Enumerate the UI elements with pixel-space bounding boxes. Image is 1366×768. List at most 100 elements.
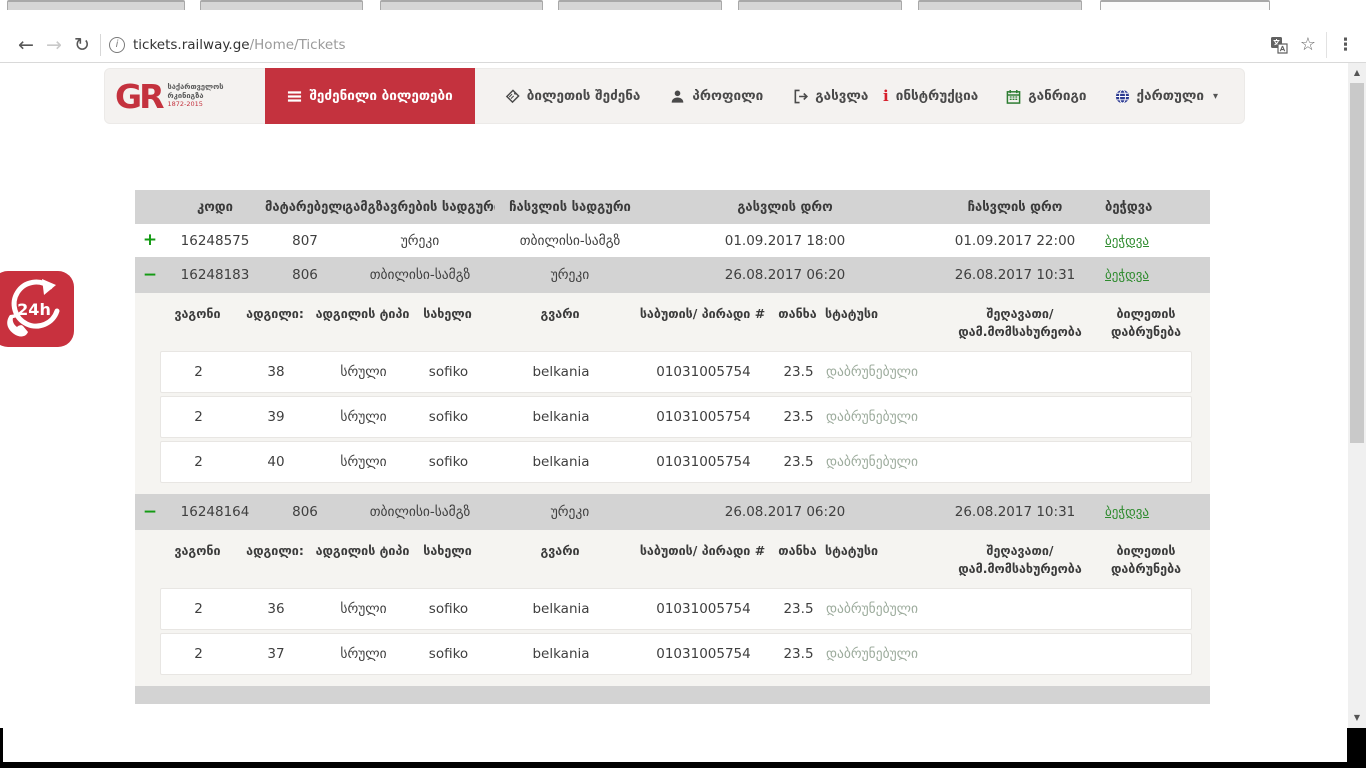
col-departure: გასვლის დრო (645, 200, 925, 215)
ticket-train: 807 (265, 233, 345, 249)
browser-menu-icon[interactable]: ⋮ (1337, 35, 1354, 55)
seat-wagon: 2 (161, 601, 236, 617)
seat-row: 2 39 სრული sofiko belkania 01031005754 2… (160, 396, 1192, 438)
translate-icon[interactable] (1270, 36, 1288, 54)
seat-number: 40 (236, 454, 316, 470)
browser-tab[interactable] (380, 0, 543, 10)
document-number: 01031005754 (636, 454, 771, 470)
status-label: დაბრუნებული (826, 364, 941, 380)
col-amount: თანხა (770, 305, 825, 323)
back-icon[interactable]: ← (12, 34, 40, 56)
seat-type: სრული (316, 646, 411, 662)
ticket-departure: 26.08.2017 06:20 (645, 504, 925, 520)
railway-logo[interactable]: GR საქართველოს რკინიგზა 1872-2015 (115, 80, 223, 113)
ticket-row-expanded: − 16248183 806 თბილისი-სამგზ ურეკი 26.08… (135, 257, 1210, 293)
col-code: კოდი (165, 200, 265, 215)
passenger-name: sofiko (411, 364, 486, 380)
seat-number: 39 (236, 409, 316, 425)
browser-tab[interactable] (558, 0, 722, 10)
col-seat: ადგილი: (235, 542, 315, 560)
ticket-from: თბილისი-სამგზ (345, 504, 495, 520)
info-icon: i (883, 87, 889, 105)
passenger-surname: belkania (486, 409, 636, 425)
col-arrival: ჩასვლის დრო (925, 200, 1105, 215)
forward-icon[interactable]: → (40, 34, 68, 56)
support-24h-badge[interactable]: 24h (0, 271, 74, 347)
passenger-name: sofiko (411, 646, 486, 662)
seat-number: 38 (236, 364, 316, 380)
nav-language[interactable]: ქართული ▾ (1115, 88, 1218, 104)
print-link[interactable]: ბეჭდვა (1105, 268, 1149, 283)
browser-tab-active[interactable] (1100, 0, 1270, 10)
seat-details-panel: ვაგონი ადგილი: ადგილის ტიპი სახელი გვარი… (135, 530, 1210, 686)
nav-label: შეძენილი ბილეთები (309, 88, 452, 104)
nav-schedule[interactable]: განრიგი (1006, 88, 1086, 104)
print-link[interactable]: ბეჭდვა (1105, 234, 1149, 249)
scroll-up-icon[interactable]: ▲ (1348, 65, 1366, 81)
seat-details-panel: ვაგონი ადგილი: ადგილის ტიპი სახელი გვარი… (135, 293, 1210, 494)
amount: 23.5 (771, 646, 826, 662)
ticket-departure: 01.09.2017 18:00 (645, 233, 925, 249)
nav-profile[interactable]: პროფილი (670, 88, 763, 104)
col-wagon: ვაგონი (160, 305, 235, 323)
col-to: ჩასვლის სადგური (495, 200, 645, 215)
col-status: სტატუსი (825, 305, 940, 323)
browser-tab[interactable] (7, 0, 185, 10)
scroll-down-icon[interactable]: ▼ (1348, 710, 1366, 726)
browser-tab[interactable] (200, 0, 363, 10)
browser-toolbar: ← → ↻ i tickets.railway.ge/Home/Tickets … (0, 27, 1366, 63)
next-ticket-row-partial (135, 686, 1210, 704)
vertical-scrollbar[interactable]: ▲ ▼ (1348, 63, 1366, 728)
col-print: ბეჭდვა (1105, 200, 1210, 215)
nav-label: ინსტრუქცია (896, 88, 979, 104)
bookmark-star-icon[interactable]: ☆ (1300, 34, 1316, 55)
window-edge-left (0, 728, 3, 762)
refresh-icon[interactable]: ↻ (68, 34, 96, 56)
ticket-row: + 16248575 807 ურეკი თბილისი-სამგზ 01.09… (135, 224, 1210, 257)
seat-type: სრული (316, 454, 411, 470)
ticket-arrival: 01.09.2017 22:00 (925, 233, 1105, 249)
col-refund: ბილეთის დაბრუნება (1100, 305, 1192, 341)
ticket-to: ურეკი (495, 267, 645, 283)
seat-number: 36 (236, 601, 316, 617)
ticket-train: 806 (265, 504, 345, 520)
print-link[interactable]: ბეჭდვა (1105, 505, 1149, 520)
seat-type: სრული (316, 601, 411, 617)
status-label: დაბრუნებული (826, 409, 941, 425)
collapse-icon[interactable]: − (143, 504, 157, 521)
nav-purchased-tickets[interactable]: შეძენილი ბილეთები (265, 68, 474, 124)
address-bar[interactable]: tickets.railway.ge/Home/Tickets (133, 37, 346, 53)
document-number: 01031005754 (636, 409, 771, 425)
ticket-from: თბილისი-სამგზ (345, 267, 495, 283)
passenger-name: sofiko (411, 409, 486, 425)
menu-icon (287, 89, 302, 104)
nav-instruction[interactable]: i ინსტრუქცია (883, 87, 978, 105)
browser-tab[interactable] (918, 0, 1082, 10)
nav-label: გასვლა (815, 88, 868, 104)
seat-number: 37 (236, 646, 316, 662)
passenger-surname: belkania (486, 601, 636, 617)
col-document: საბუთის/ პირადი # (635, 305, 770, 323)
nav-logout[interactable]: გასვლა (793, 88, 868, 104)
col-discount: შეღავათი/ დამ.მომსახურეობა (940, 305, 1100, 341)
nav-buy-ticket[interactable]: ბილეთის შეძენა (505, 88, 641, 104)
logo-name-line2: რკინიგზა (168, 92, 224, 101)
col-document: საბუთის/ პირადი # (635, 542, 770, 560)
seat-table-header: ვაგონი ადგილი: ადგილის ტიპი სახელი გვარი… (160, 305, 1192, 351)
toolbar-divider (1326, 32, 1327, 58)
status-label: დაბრუნებული (826, 454, 941, 470)
ticket-to: თბილისი-სამგზ (495, 233, 645, 249)
amount: 23.5 (771, 364, 826, 380)
document-number: 01031005754 (636, 601, 771, 617)
seat-row: 2 37 სრული sofiko belkania 01031005754 2… (160, 633, 1192, 675)
scrollbar-thumb[interactable] (1350, 83, 1364, 443)
calendar-icon (1006, 89, 1021, 104)
ticket-arrival: 26.08.2017 10:31 (925, 267, 1105, 283)
col-discount: შეღავათი/ დამ.მომსახურეობა (940, 542, 1100, 578)
expand-icon[interactable]: + (143, 232, 157, 249)
passenger-surname: belkania (486, 454, 636, 470)
logo-years: 1872-2015 (168, 101, 224, 108)
browser-tab[interactable] (738, 0, 902, 10)
page-info-icon[interactable]: i (109, 37, 125, 53)
collapse-icon[interactable]: − (143, 267, 157, 284)
